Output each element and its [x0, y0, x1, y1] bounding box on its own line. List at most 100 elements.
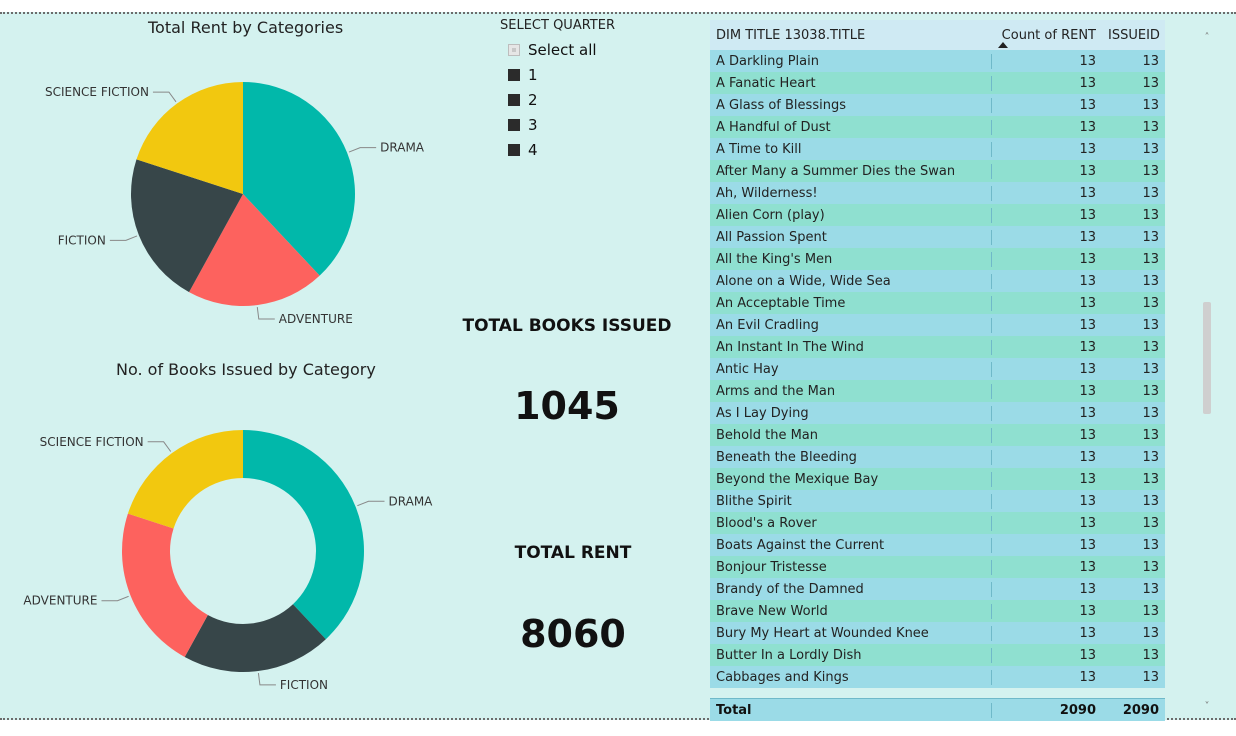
table-row[interactable]: Blood's a Rover 13 13 [710, 512, 1165, 534]
table-row[interactable]: Beneath the Bleeding 13 13 [710, 446, 1165, 468]
cell-issueid: 13 [1142, 449, 1159, 465]
cell-count-of-rent: 13 [1079, 207, 1096, 223]
table-row[interactable]: An Instant In The Wind 13 13 [710, 336, 1165, 358]
checkbox-icon[interactable] [508, 118, 520, 131]
table-row[interactable]: A Glass of Blessings 13 13 [710, 94, 1165, 116]
scrollbar-thumb[interactable] [1203, 302, 1211, 415]
table-row[interactable]: All the King's Men 13 13 [710, 248, 1165, 270]
cell-issueid: 13 [1142, 75, 1159, 91]
cell-count-of-rent: 13 [1079, 625, 1096, 641]
report-canvas: Total Rent by Categories DRAMA ADVENTURE F… [0, 12, 1236, 722]
cell-count-of-rent: 13 [1079, 229, 1096, 245]
checkbox-icon[interactable] [508, 43, 520, 56]
checkbox-icon[interactable] [508, 143, 520, 156]
slicer-item-1[interactable]: 1 [500, 62, 670, 87]
table-row[interactable]: Bury My Heart at Wounded Knee 13 13 [710, 622, 1165, 644]
cell-title: A Handful of Dust [710, 119, 992, 135]
table-row[interactable]: Brave New World 13 13 [710, 600, 1165, 622]
cell-count-of-rent: 13 [1079, 361, 1096, 377]
table-row[interactable]: Cabbages and Kings 13 13 [710, 666, 1165, 688]
table-row[interactable]: All Passion Spent 13 13 [710, 226, 1165, 248]
slice-adventure[interactable] [121, 513, 208, 658]
cell-count-of-rent: 13 [1079, 581, 1096, 597]
checkbox-icon[interactable] [508, 93, 520, 106]
table-row[interactable]: An Acceptable Time 13 13 [710, 292, 1165, 314]
table-row[interactable]: Alien Corn (play) 13 13 [710, 204, 1165, 226]
cell-count-of-rent: 13 [1079, 603, 1096, 619]
table-row[interactable]: Alone on a Wide, Wide Sea 13 13 [710, 270, 1165, 292]
slicer-item-2[interactable]: 2 [500, 87, 670, 112]
cell-count-of-rent: 13 [1079, 273, 1096, 289]
cell-title: A Glass of Blessings [710, 97, 992, 113]
cell-title: Boats Against the Current [710, 537, 992, 553]
cell-issueid: 13 [1142, 97, 1159, 113]
cell-count-of-rent: 13 [1079, 405, 1096, 421]
table-row[interactable]: Blithe Spirit 13 13 [710, 490, 1165, 512]
table-row[interactable]: Butter In a Lordly Dish 13 13 [710, 644, 1165, 666]
slice-drama[interactable] [243, 430, 364, 640]
cell-title: Bonjour Tristesse [710, 559, 992, 575]
cell-title: Ah, Wilderness! [710, 185, 992, 201]
cell-issueid: 13 [1142, 427, 1159, 443]
header-count-of-rent[interactable]: Count of RENT [992, 28, 1102, 43]
cell-title: Blood's a Rover [710, 515, 992, 531]
table-row[interactable]: A Fanatic Heart 13 13 [710, 72, 1165, 94]
table-body: A Darkling Plain 13 13 A Fanatic Heart 13 13 A… [710, 50, 1165, 698]
cell-issueid: 13 [1142, 471, 1159, 487]
cell-title: A Fanatic Heart [710, 75, 992, 91]
cell-count-of-rent: 13 [1079, 559, 1096, 575]
cell-count-of-rent: 13 [1079, 163, 1096, 179]
cell-title: Arms and the Man [710, 383, 992, 399]
cell-title: Alone on a Wide, Wide Sea [710, 273, 992, 289]
cell-issueid: 13 [1142, 339, 1159, 355]
table-row[interactable]: Beyond the Mexique Bay 13 13 [710, 468, 1165, 490]
slicer-item-label: 4 [528, 140, 538, 159]
cell-issueid: 13 [1142, 603, 1159, 619]
table-row[interactable]: Arms and the Man 13 13 [710, 380, 1165, 402]
header-title[interactable]: DIM TITLE 13038.TITLE [710, 28, 992, 43]
checkbox-icon[interactable] [508, 68, 520, 81]
leader-line-adventure [101, 595, 129, 602]
cell-issueid: 13 [1142, 229, 1159, 245]
slicer-item-select-all[interactable]: Select all [500, 37, 670, 62]
cell-title: All Passion Spent [710, 229, 992, 245]
cell-title: All the King's Men [710, 251, 992, 267]
table-row[interactable]: Behold the Man 13 13 [710, 424, 1165, 446]
issued-donut-chart[interactable]: DRAMA FICTION ADVENTURE SCIENCE FICTION [0, 14, 500, 722]
table-row[interactable]: A Darkling Plain 13 13 [710, 50, 1165, 72]
slice-label-adventure: ADVENTURE [23, 594, 97, 608]
slicer-item-3[interactable]: 3 [500, 112, 670, 137]
total-label: Total [710, 702, 992, 718]
header-issueid[interactable]: ISSUEID [1102, 28, 1165, 43]
slicer-item-label: Select all [528, 40, 597, 59]
table-row[interactable]: Boats Against the Current 13 13 [710, 534, 1165, 556]
chevron-down-icon[interactable]: ˅ [1200, 701, 1214, 712]
table-row[interactable]: An Evil Cradling 13 13 [710, 314, 1165, 336]
cell-issueid: 13 [1142, 207, 1159, 223]
slice-science-fiction[interactable] [127, 430, 243, 529]
table-row[interactable]: After Many a Summer Dies the Swan 13 13 [710, 160, 1165, 182]
cell-title: Brave New World [710, 603, 992, 619]
table-row[interactable]: Ah, Wilderness! 13 13 [710, 182, 1165, 204]
table-row[interactable]: A Time to Kill 13 13 [710, 138, 1165, 160]
cell-count-of-rent: 13 [1079, 515, 1096, 531]
cell-count-of-rent: 13 [1079, 251, 1096, 267]
table-row[interactable]: A Handful of Dust 13 13 [710, 116, 1165, 138]
cell-count-of-rent: 13 [1079, 141, 1096, 157]
cell-count-of-rent: 13 [1079, 119, 1096, 135]
cell-count-of-rent: 13 [1079, 493, 1096, 509]
table-row[interactable]: Bonjour Tristesse 13 13 [710, 556, 1165, 578]
chevron-up-icon[interactable]: ˄ [1200, 32, 1214, 43]
table-scrollbar[interactable]: ˄ ˅ [1200, 22, 1214, 712]
table-row[interactable]: As I Lay Dying 13 13 [710, 402, 1165, 424]
slicer-item-4[interactable]: 4 [500, 137, 670, 162]
table-row[interactable]: Antic Hay 13 13 [710, 358, 1165, 380]
cell-issueid: 13 [1142, 581, 1159, 597]
cell-count-of-rent: 13 [1079, 185, 1096, 201]
table-header: DIM TITLE 13038.TITLE Count of RENT ISSU… [710, 20, 1165, 50]
cell-issueid: 13 [1142, 559, 1159, 575]
leader-line-science-fiction [147, 441, 172, 452]
cell-title: Alien Corn (play) [710, 207, 992, 223]
quarter-slicer: SELECT QUARTER Select all 1 2 3 4 [500, 18, 670, 162]
table-row[interactable]: Brandy of the Damned 13 13 [710, 578, 1165, 600]
